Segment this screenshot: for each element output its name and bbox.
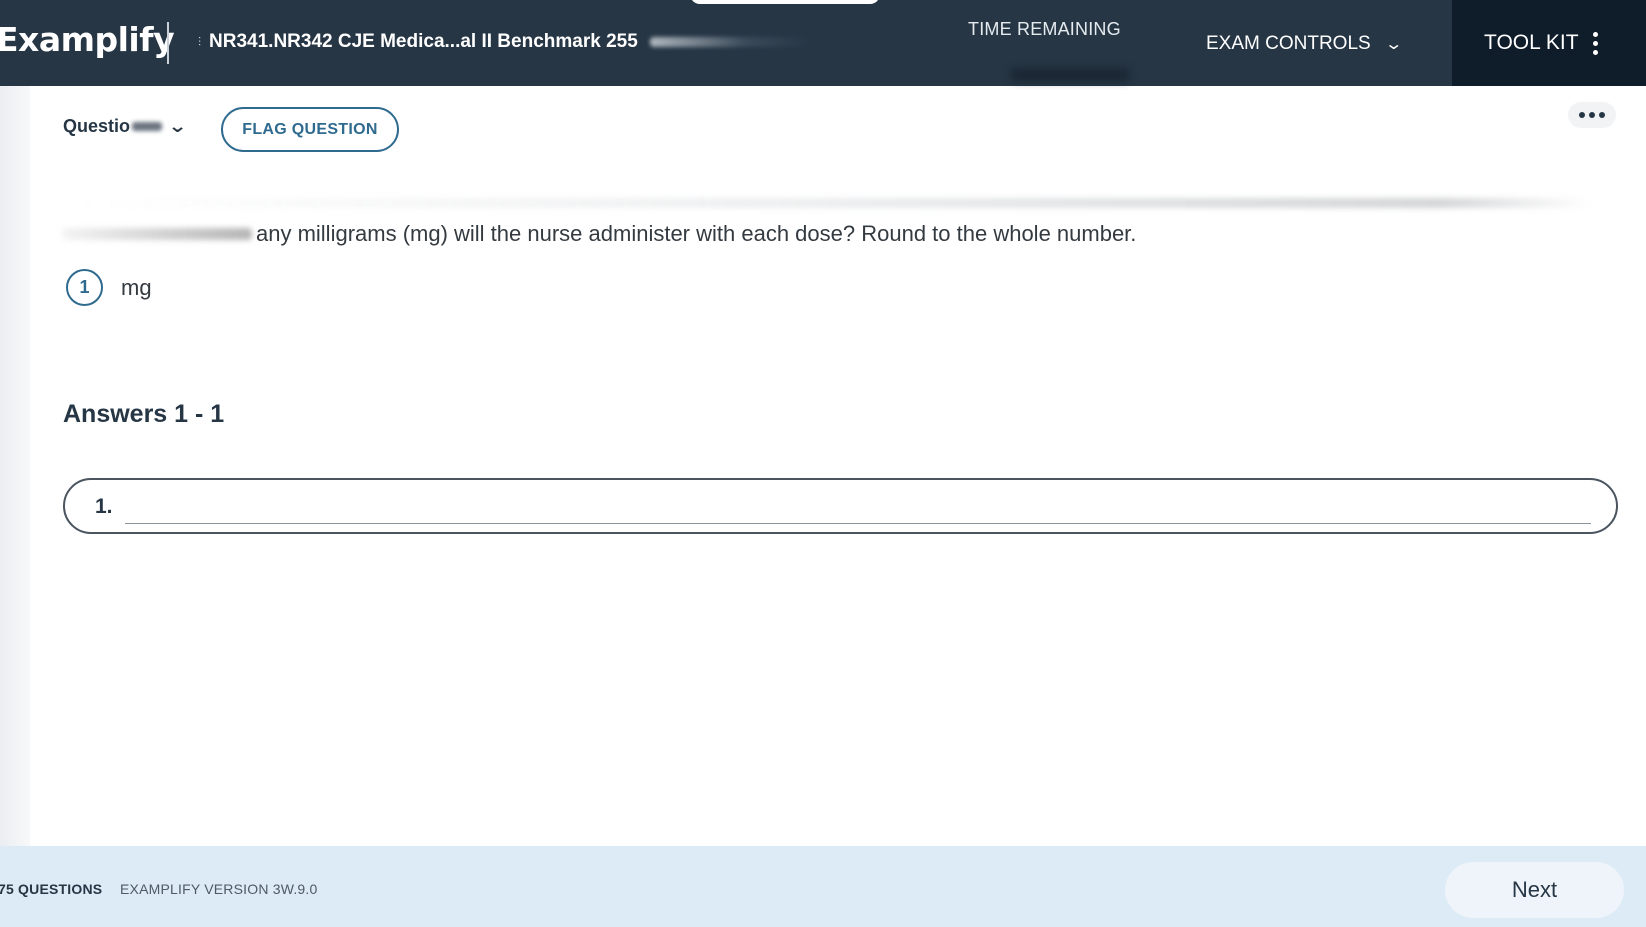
exam-controls-label: EXAM CONTROLS bbox=[1206, 33, 1371, 54]
chevron-down-icon: ⌄ bbox=[1384, 36, 1403, 53]
question-selector[interactable]: Questio ⌄ bbox=[63, 116, 188, 137]
document-icon: ⫶ bbox=[198, 34, 202, 49]
tool-kit-label: TOOL KIT bbox=[1484, 31, 1579, 54]
exam-title: ⫶ NR341.NR342 CJE Medica...al II Benchma… bbox=[198, 31, 810, 53]
answer-row: 1. bbox=[63, 478, 1618, 534]
question-stem-redacted bbox=[62, 228, 252, 240]
chevron-down-icon: ⌄ bbox=[167, 116, 188, 136]
kebab-menu-icon bbox=[1592, 31, 1598, 55]
time-remaining-redacted bbox=[1010, 68, 1130, 82]
tool-kit-button[interactable]: TOOL KIT bbox=[1452, 0, 1646, 86]
answers-heading: Answers 1 - 1 bbox=[63, 400, 225, 428]
examplify-logo: Examplify bbox=[0, 20, 175, 59]
brand-divider bbox=[167, 22, 169, 64]
time-remaining-label: TIME REMAINING bbox=[968, 19, 1121, 39]
exam-controls-menu[interactable]: EXAM CONTROLS ⌄ bbox=[1206, 33, 1403, 55]
exam-title-text: NR341.NR342 CJE Medica...al II Benchmark… bbox=[209, 31, 638, 52]
question-number-redacted bbox=[132, 122, 163, 131]
redacted-text-smudge bbox=[80, 198, 1590, 208]
dot-icon bbox=[1579, 112, 1585, 118]
camera-notch bbox=[690, 0, 880, 4]
more-options-button[interactable] bbox=[1568, 102, 1616, 128]
answer-input[interactable] bbox=[125, 490, 1591, 524]
answer-number: 1. bbox=[95, 495, 113, 518]
blank-number-badge: 1 bbox=[66, 269, 103, 306]
question-stem: any milligrams (mg) will the nurse admin… bbox=[256, 221, 1137, 246]
exam-title-redacted bbox=[649, 37, 810, 47]
next-button[interactable]: Next bbox=[1445, 862, 1624, 918]
question-count: 75 QUESTIONS bbox=[0, 881, 103, 897]
top-bar: Examplify ⫶ NR341.NR342 CJE Medica...al … bbox=[0, 0, 1646, 86]
app-version: EXAMPLIFY VERSION 3W.9.0 bbox=[120, 881, 318, 897]
dot-icon bbox=[1599, 112, 1605, 118]
blank-unit: mg bbox=[121, 274, 152, 300]
flag-question-button[interactable]: FLAG QUESTION bbox=[221, 107, 399, 152]
fill-in-blank: 1 mg bbox=[66, 269, 152, 306]
left-gutter bbox=[0, 86, 30, 846]
question-label: Questio bbox=[63, 116, 131, 136]
dot-icon bbox=[1589, 112, 1595, 118]
